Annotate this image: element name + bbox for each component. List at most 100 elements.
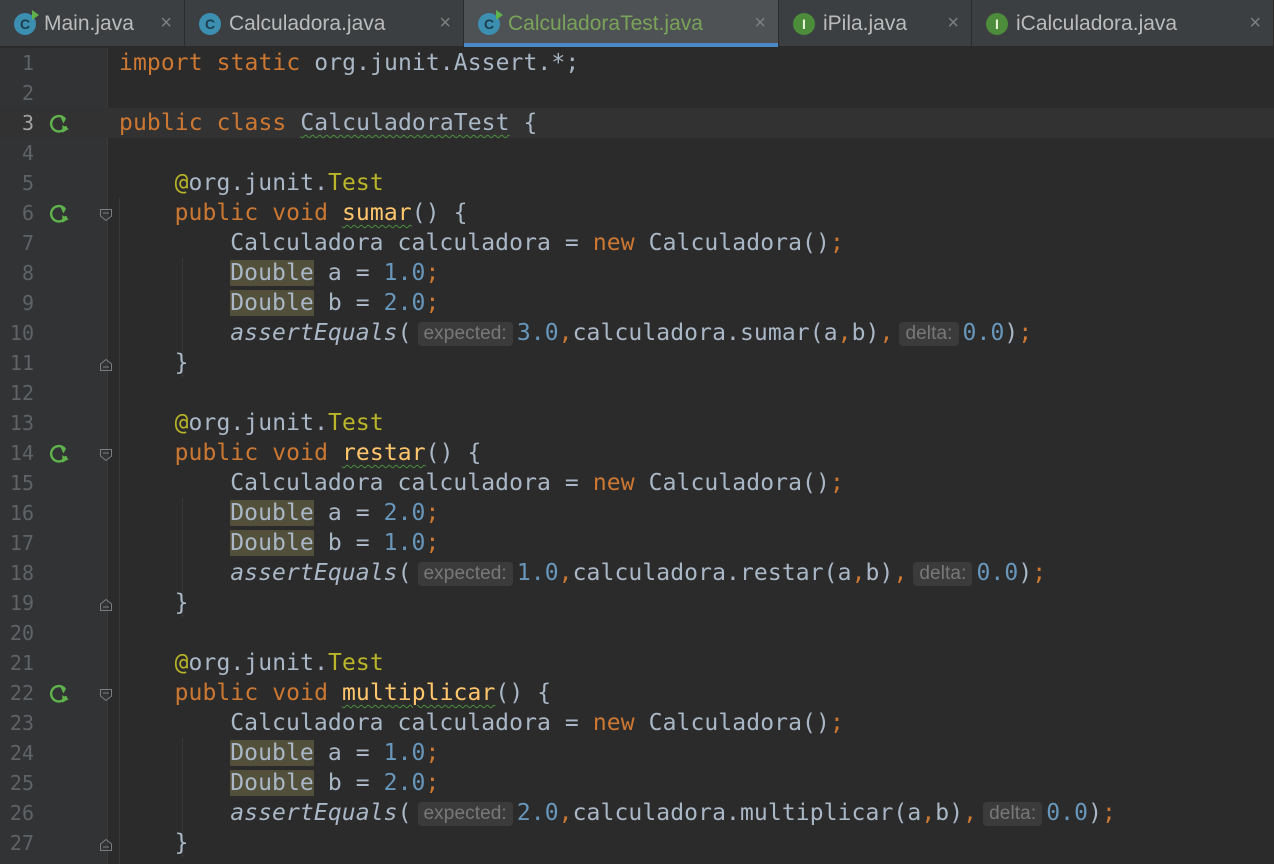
code-line: 10 assertEquals(expected: 3.0,calculadora.… <box>0 318 1274 348</box>
line-number: 11 <box>9 351 34 375</box>
code-text: @org.junit.Test <box>175 648 384 678</box>
constructor-call: Calculadora() <box>634 710 830 736</box>
number-literal: 2.0 <box>383 290 426 316</box>
param-hint-delta[interactable]: delta: <box>983 802 1043 826</box>
assert-equals-call: assertEquals <box>230 800 398 826</box>
tab-label: CalculadoraTest.java <box>508 11 703 35</box>
close-icon[interactable]: × <box>439 12 451 35</box>
line-number: 17 <box>9 531 34 555</box>
type-double: Double <box>230 530 314 556</box>
code-line: 11} <box>0 348 1274 378</box>
run-test-icon[interactable] <box>48 113 69 133</box>
run-test-icon[interactable] <box>48 683 69 703</box>
paren: () { <box>495 680 552 706</box>
tab-icalculadora-java[interactable]: IiCalculadora.java × <box>972 0 1274 47</box>
type-double: Double <box>230 770 314 796</box>
tab-main-java[interactable]: C Main.java × <box>0 0 185 47</box>
code-line: 13 @org.junit.Test <box>0 408 1274 438</box>
code-line: 14 public void restar() { <box>0 438 1274 468</box>
annotation-at: @ <box>174 410 189 436</box>
keyword-new: new <box>592 470 635 496</box>
annotation-at: @ <box>174 170 189 196</box>
keyword-void: void <box>272 680 329 706</box>
code-text: @org.junit.Test <box>175 168 384 198</box>
close-brace: } <box>174 590 189 616</box>
code-line: 1 import static org.junit.Assert.*; <box>0 48 1274 78</box>
line-number: 16 <box>9 501 34 525</box>
call-args: (a,b), <box>823 560 908 586</box>
method-name: restar <box>341 440 426 466</box>
semicolon: ; <box>829 470 844 496</box>
tab-label: iPila.java <box>823 11 908 35</box>
semicolon: ; <box>425 740 440 766</box>
param-hint-expected[interactable]: expected: <box>417 322 513 346</box>
code-line: 6 public void sumar() { <box>0 198 1274 228</box>
code-line: 17 Double b = 1.0; <box>0 528 1274 558</box>
line-number: 24 <box>9 741 34 765</box>
run-test-icon[interactable] <box>48 443 69 463</box>
param-hint-delta[interactable]: delta: <box>913 562 973 586</box>
open-paren: ( <box>397 560 412 586</box>
number-literal: 2.0 <box>383 770 426 796</box>
method-name: sumar <box>341 200 412 226</box>
annotation-at: @ <box>174 650 189 676</box>
assign-a: a = <box>313 740 384 766</box>
semicolon: ; <box>425 500 440 526</box>
param-hint-expected[interactable]: expected: <box>417 802 513 826</box>
class-name: CalculadoraTest <box>300 110 510 136</box>
constructor-call: Calculadora() <box>634 470 830 496</box>
line-number: 2 <box>21 81 34 105</box>
line-number: 27 <box>9 831 34 855</box>
line-number: 22 <box>9 681 34 705</box>
import-path: org.junit.Assert.*; <box>300 50 580 76</box>
number-literal: 1.0 <box>383 260 426 286</box>
code-line: 4 <box>0 138 1274 168</box>
code-line: 9 Double b = 2.0; <box>0 288 1274 318</box>
close-icon[interactable]: × <box>754 12 766 35</box>
assert-equals-call: assertEquals <box>230 560 398 586</box>
called-method: multiplicar <box>739 800 894 826</box>
tab-calculadora-java[interactable]: C Calculadora.java × <box>185 0 464 47</box>
param-hint-expected[interactable]: expected: <box>417 562 513 586</box>
line-number: 3 <box>21 111 34 135</box>
line-number: 7 <box>21 231 34 255</box>
fold-open-icon[interactable] <box>99 207 113 222</box>
code-line: 27} <box>0 828 1274 858</box>
code-text: } <box>175 828 189 858</box>
code-line: 24 Double a = 1.0; <box>0 738 1274 768</box>
line-number: 6 <box>21 201 34 225</box>
close-icon[interactable]: × <box>160 12 172 35</box>
tab-calculadoratest-java[interactable]: C CalculadoraTest.java × <box>464 0 779 47</box>
fold-close-icon[interactable] <box>99 837 113 851</box>
fold-open-icon[interactable] <box>99 687 113 702</box>
fold-open-icon[interactable] <box>99 447 113 462</box>
code-text: assertEquals(expected: 3.0,calculadora.su… <box>230 318 1032 348</box>
tab-ipila-java[interactable]: IiPila.java × <box>779 0 972 47</box>
fold-close-icon[interactable] <box>99 357 113 371</box>
annotation-name: Test <box>328 410 384 436</box>
code-text: Double b = 2.0; <box>230 768 439 798</box>
code-line: 3 public class CalculadoraTest { <box>0 108 1274 138</box>
editor-tab-bar: C Main.java × C Calculadora.java × C Calculador… <box>0 0 1274 47</box>
type-double: Double <box>230 290 314 316</box>
code-text: public class CalculadoraTest { <box>119 108 537 138</box>
close-icon[interactable]: × <box>1249 12 1261 35</box>
code-line: 22 public void multiplicar() { <box>0 678 1274 708</box>
keyword-public: public <box>174 200 259 226</box>
close-icon[interactable]: × <box>947 12 959 35</box>
close-brace: } <box>174 830 189 856</box>
annotation-name: Test <box>328 650 384 676</box>
code-line: 7 Calculadora calculadora = new Calculado… <box>0 228 1274 258</box>
number-literal: 1.0 <box>383 740 426 766</box>
run-test-icon[interactable] <box>48 203 69 223</box>
fold-close-icon[interactable] <box>99 597 113 611</box>
tab-label: iCalculadora.java <box>1016 11 1178 35</box>
assign-a: a = <box>313 500 384 526</box>
code-text: Double b = 1.0; <box>230 528 439 558</box>
assign-b: b = <box>313 770 384 796</box>
param-hint-delta[interactable]: delta: <box>899 322 959 346</box>
semicolon: ; <box>425 260 440 286</box>
assign-a: a = <box>313 260 384 286</box>
code-editor[interactable]: 1 import static org.junit.Assert.*; 2 3 publ… <box>0 48 1274 864</box>
semicolon: ; <box>829 710 844 736</box>
